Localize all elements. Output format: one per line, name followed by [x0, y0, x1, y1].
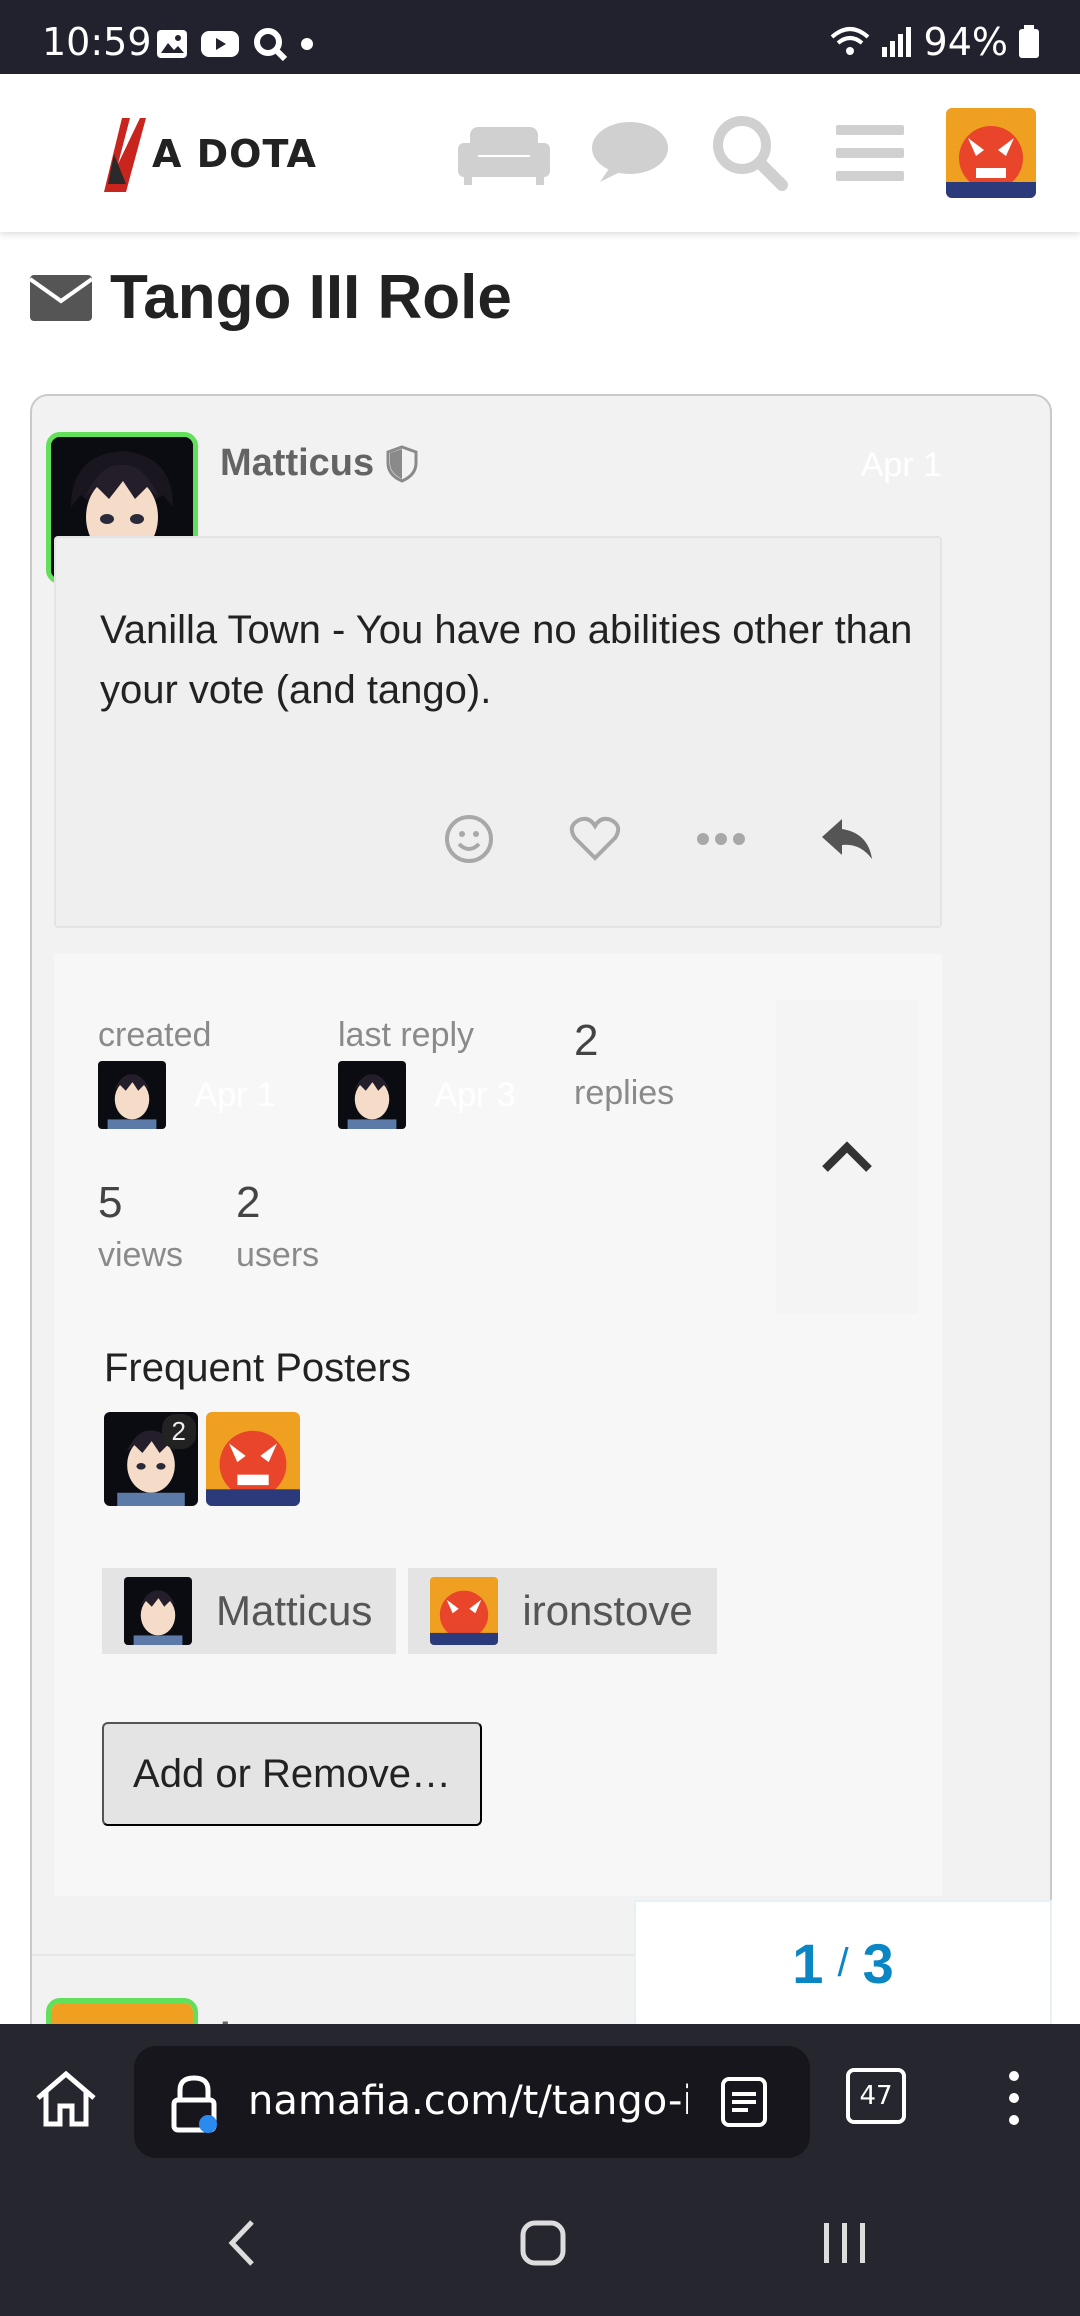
site-header: A DOTA: [0, 74, 1080, 232]
more-options-icon[interactable]: [686, 804, 756, 874]
stat-views: 5 views: [98, 1178, 184, 1274]
home-nav-icon[interactable]: [520, 2220, 566, 2271]
notification-icons: [156, 26, 314, 62]
page-title: Tango III Role: [110, 263, 512, 332]
frequent-poster-matticus[interactable]: 2: [104, 1412, 198, 1506]
participant-name: Matticus: [216, 1587, 373, 1634]
back-nav-icon[interactable]: [226, 2218, 256, 2273]
participants-list: Matticus ironstove: [102, 1568, 717, 1654]
chat-icon[interactable]: [582, 118, 678, 188]
url-text: namafia.com/t/tango-i: [248, 2078, 688, 2124]
post-text: Vanilla Town - You have no abilities oth…: [100, 608, 913, 712]
gallery-icon: [157, 30, 187, 58]
status-bar: 10:59 94%: [0, 0, 1080, 74]
progress-current: 1: [792, 1931, 824, 1995]
post-body: Vanilla Town - You have no abilities oth…: [54, 536, 942, 928]
status-time: 10:59: [42, 20, 152, 64]
frequent-posters-title: Frequent Posters: [104, 1346, 411, 1390]
like-heart-icon[interactable]: [560, 804, 630, 874]
search-app-icon: [254, 28, 288, 62]
progress-total: 3: [862, 1931, 894, 1995]
logo-mark-icon: [104, 118, 146, 192]
envelope-icon: [30, 274, 92, 321]
participant-chip[interactable]: Matticus: [102, 1568, 397, 1654]
wifi-icon: [830, 27, 869, 55]
stat-created[interactable]: created Apr 1: [98, 1016, 276, 1129]
site-logo[interactable]: A DOTA: [100, 114, 317, 194]
system-navigation-bar: [0, 2170, 1080, 2316]
home-icon[interactable]: [34, 2068, 98, 2133]
hamburger-menu-icon[interactable]: [822, 118, 918, 188]
reader-mode-icon[interactable]: [720, 2076, 768, 2128]
stat-replies: 2 replies: [574, 1016, 675, 1112]
stat-last-reply[interactable]: last reply Apr 3: [338, 1016, 516, 1129]
signal-icon: [881, 27, 911, 57]
dot-icon: [301, 38, 313, 50]
progress-separator: /: [837, 1940, 849, 1985]
topic-title-row: Tango III Role: [30, 262, 512, 333]
topic-summary: created Apr 1 last reply Apr 3 2 replies…: [54, 954, 942, 1896]
logo-text: A DOTA: [152, 132, 317, 176]
participant-avatar: [124, 1577, 192, 1645]
post-username[interactable]: Matticus: [220, 442, 418, 485]
post-actions: [434, 804, 882, 874]
frequent-poster-ironstove[interactable]: [206, 1412, 300, 1506]
emoji-reaction-icon[interactable]: [434, 804, 504, 874]
stat-users: 2 users: [236, 1178, 320, 1274]
moderator-shield-icon: [386, 444, 418, 483]
battery-status: 94%: [830, 20, 1040, 64]
add-or-remove-button[interactable]: Add or Remove…: [102, 1722, 482, 1826]
chevron-up-icon: [822, 1141, 872, 1172]
battery-icon: [1019, 25, 1039, 58]
post-count-badge: 2: [161, 1414, 196, 1449]
topic-progress[interactable]: 1 / 3: [634, 1900, 1052, 2024]
last-reply-avatar: [338, 1061, 406, 1129]
current-user-avatar[interactable]: [946, 108, 1036, 198]
lock-icon: [171, 2075, 217, 2133]
reply-icon[interactable]: [812, 804, 882, 874]
browser-toolbar: namafia.com/t/tango-i 47: [0, 2024, 1080, 2170]
youtube-icon: [201, 31, 239, 57]
created-avatar: [98, 1061, 166, 1129]
frequent-posters-list: 2: [104, 1412, 300, 1506]
post-date[interactable]: Apr 1: [861, 446, 942, 485]
recents-nav-icon[interactable]: [822, 2220, 868, 2271]
participant-chip[interactable]: ironstove: [408, 1568, 717, 1654]
participant-name: ironstove: [522, 1587, 693, 1634]
couch-icon[interactable]: [456, 118, 552, 188]
battery-percent: 94%: [923, 20, 1008, 64]
browser-menu-icon[interactable]: [1004, 2068, 1024, 2133]
collapse-summary-button[interactable]: [776, 1000, 918, 1314]
participant-avatar: [430, 1577, 499, 1645]
tabs-count-button[interactable]: 47: [846, 2068, 906, 2124]
address-bar[interactable]: namafia.com/t/tango-i: [134, 2046, 810, 2158]
search-icon[interactable]: [702, 116, 798, 191]
